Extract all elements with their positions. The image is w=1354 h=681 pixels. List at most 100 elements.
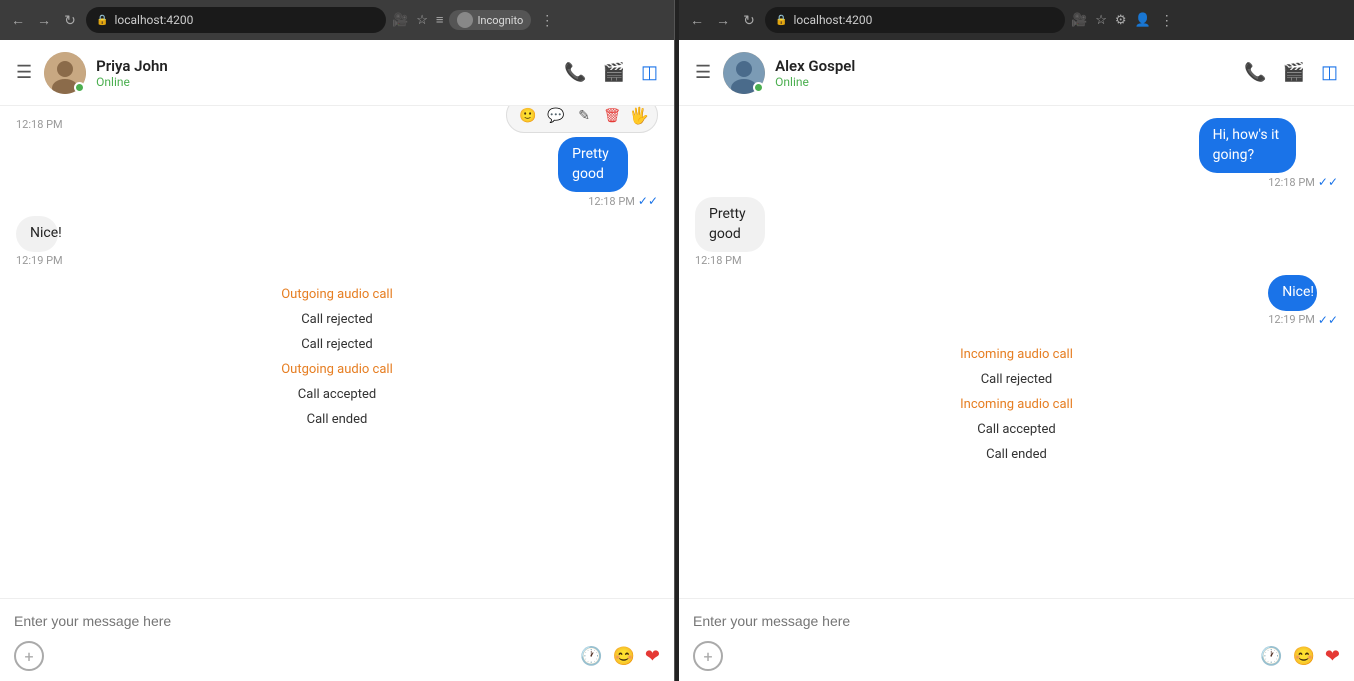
- right-received-bubble-prettygood: Pretty good: [695, 197, 765, 252]
- left-call-log-4: Outgoing audio call: [16, 358, 658, 377]
- left-chat-header: ☰ Priya John Online 📞 🎬 ◫: [0, 40, 674, 106]
- left-message-row-sent: 🙂 💬 ✎ 🗑 🖐 Pretty good 12:18 PM ✓✓: [16, 137, 658, 208]
- left-online-dot: [74, 82, 85, 93]
- right-forward-button[interactable]: →: [713, 10, 733, 30]
- right-sent-bubble-hi: Hi, how's it going?: [1199, 118, 1297, 173]
- right-messages-area[interactable]: Hi, how's it going? 12:18 PM ✓✓ Pretty g…: [679, 106, 1354, 598]
- right-more-options-button[interactable]: ⋮: [1157, 10, 1177, 30]
- right-call-log-2: Call rejected: [695, 368, 1338, 387]
- url-text: localhost:4200: [114, 13, 193, 27]
- left-avatar-container: [44, 52, 86, 94]
- right-contact-name: Alex Gospel: [775, 57, 1244, 75]
- left-sent-time-prettygood: 12:18 PM: [588, 195, 635, 208]
- left-call-log-6: Call ended: [16, 408, 658, 427]
- left-layout-icon[interactable]: ◫: [641, 62, 658, 83]
- left-call-text-1: Outgoing audio call: [281, 287, 393, 302]
- incognito-label: Incognito: [477, 14, 523, 27]
- right-call-text-5: Call ended: [986, 447, 1047, 462]
- left-messages-area[interactable]: 12:18 PM 🙂 💬 ✎ 🗑 🖐 Pretty good: [0, 106, 674, 598]
- right-message-input[interactable]: [693, 609, 1340, 633]
- left-call-text-4: Outgoing audio call: [281, 362, 393, 377]
- left-contact-name: Priya John: [96, 57, 564, 75]
- right-call-log-1: Incoming audio call: [695, 343, 1338, 362]
- left-call-text-5: Call accepted: [298, 387, 376, 402]
- right-heart-icon[interactable]: ❤: [1325, 646, 1340, 667]
- left-message-actions[interactable]: 🙂 💬 ✎ 🗑 🖐: [506, 106, 658, 133]
- right-video-icon[interactable]: 🎬: [1283, 62, 1305, 83]
- more-options-button[interactable]: ⋮: [537, 10, 557, 30]
- right-sent-meta-nice: 12:19 PM ✓✓: [1268, 313, 1338, 327]
- reload-button[interactable]: ↻: [60, 10, 80, 30]
- right-message-row-hi: Hi, how's it going? 12:18 PM ✓✓: [695, 118, 1338, 189]
- incognito-icon: [457, 12, 473, 28]
- left-input-right-icons: 🕐 😊 ❤: [580, 646, 660, 667]
- right-layout-icon[interactable]: ◫: [1321, 62, 1338, 83]
- right-call-log-5: Call ended: [695, 443, 1338, 462]
- left-received-bubble-nice: Nice!: [16, 216, 58, 252]
- left-emoji-icon[interactable]: 😊: [612, 646, 634, 667]
- right-call-text-4: Call accepted: [977, 422, 1055, 437]
- right-star-icon: ☆: [1095, 13, 1107, 28]
- star-icon: ☆: [416, 13, 428, 28]
- forward-button[interactable]: →: [34, 10, 54, 30]
- right-call-log-4: Call accepted: [695, 418, 1338, 437]
- right-phone-icon[interactable]: 📞: [1244, 62, 1266, 83]
- right-chrome-icons: 🎥 ☆ ⚙ 👤: [1071, 13, 1151, 28]
- right-emoji-icon[interactable]: 😊: [1292, 646, 1314, 667]
- lock-icon: 🔒: [96, 15, 108, 26]
- right-clock-icon[interactable]: 🕐: [1260, 646, 1282, 667]
- right-contact-info: Alex Gospel Online: [775, 57, 1244, 89]
- left-edit-action[interactable]: ✎: [571, 106, 597, 128]
- left-contact-info: Priya John Online: [96, 57, 564, 89]
- left-call-log-2: Call rejected: [16, 308, 658, 327]
- left-sent-text-prettygood: Pretty good: [572, 146, 609, 182]
- address-bar[interactable]: 🔒 localhost:4200: [86, 7, 386, 33]
- left-menu-icon[interactable]: ☰: [16, 62, 32, 83]
- right-received-wrapper-prettygood: Pretty good 12:18 PM: [695, 197, 795, 267]
- left-call-text-6: Call ended: [307, 412, 368, 427]
- left-call-text-2: Call rejected: [301, 312, 373, 327]
- right-address-bar[interactable]: 🔒 localhost:4200: [765, 7, 1065, 33]
- cursor-indicator: 🖐: [629, 106, 649, 125]
- right-sent-text-hi: Hi, how's it going?: [1213, 127, 1279, 163]
- left-received-meta-nice: 12:19 PM: [16, 254, 76, 267]
- left-browser-chrome: ← → ↻ 🔒 localhost:4200 🎥 ☆ ≡ Incognito ⋮: [0, 0, 674, 40]
- left-comment-action[interactable]: 💬: [543, 106, 569, 128]
- left-sent-meta-prettygood: 12:18 PM ✓✓: [558, 194, 658, 208]
- right-sent-text-nice: Nice!: [1282, 284, 1314, 300]
- right-back-button[interactable]: ←: [687, 10, 707, 30]
- left-input-bottom: + 🕐 😊 ❤: [14, 641, 660, 671]
- right-message-row-nice: Nice! 12:19 PM ✓✓: [695, 275, 1338, 327]
- left-clock-icon[interactable]: 🕐: [580, 646, 602, 667]
- right-menu-icon[interactable]: ☰: [695, 62, 711, 83]
- tab-icon: ≡: [436, 12, 444, 28]
- left-heart-icon[interactable]: ❤: [645, 646, 660, 667]
- right-nice-section: Nice! 12:19 PM ✓✓: [695, 275, 1338, 327]
- back-button[interactable]: ←: [8, 10, 28, 30]
- right-contact-status: Online: [775, 75, 1244, 89]
- left-message-input[interactable]: [14, 609, 660, 633]
- right-profile-icon: 👤: [1135, 13, 1151, 28]
- left-check-marks: ✓✓: [638, 194, 658, 208]
- right-add-icon[interactable]: +: [693, 641, 723, 671]
- left-received-time-nice: 12:19 PM: [16, 254, 63, 267]
- chrome-icons: 🎥 ☆ ≡: [392, 12, 443, 28]
- left-video-icon[interactable]: 🎬: [603, 62, 625, 83]
- incognito-badge: Incognito: [449, 10, 531, 30]
- right-call-text-3: Incoming audio call: [960, 397, 1073, 412]
- left-received-text-nice: Nice!: [30, 225, 62, 241]
- left-message-row-nice: Nice! 12:19 PM: [16, 216, 658, 267]
- right-input-left-icons: +: [693, 641, 723, 671]
- right-sent-wrapper-nice: Nice! 12:19 PM ✓✓: [1268, 275, 1338, 327]
- right-input-bottom: + 🕐 😊 ❤: [693, 641, 1340, 671]
- left-call-text-3: Call rejected: [301, 337, 373, 352]
- right-url-text: localhost:4200: [793, 13, 872, 27]
- left-input-area: + 🕐 😊 ❤: [0, 598, 674, 681]
- right-received-meta-prettygood: 12:18 PM: [695, 254, 795, 267]
- right-reload-button[interactable]: ↻: [739, 10, 759, 30]
- left-message-wrapper: 🙂 💬 ✎ 🗑 🖐 Pretty good 12:18 PM ✓✓: [558, 137, 658, 208]
- left-trash-action[interactable]: 🗑: [599, 106, 625, 128]
- left-add-icon[interactable]: +: [14, 641, 44, 671]
- left-emoji-action[interactable]: 🙂: [515, 106, 541, 128]
- left-phone-icon[interactable]: 📞: [564, 62, 586, 83]
